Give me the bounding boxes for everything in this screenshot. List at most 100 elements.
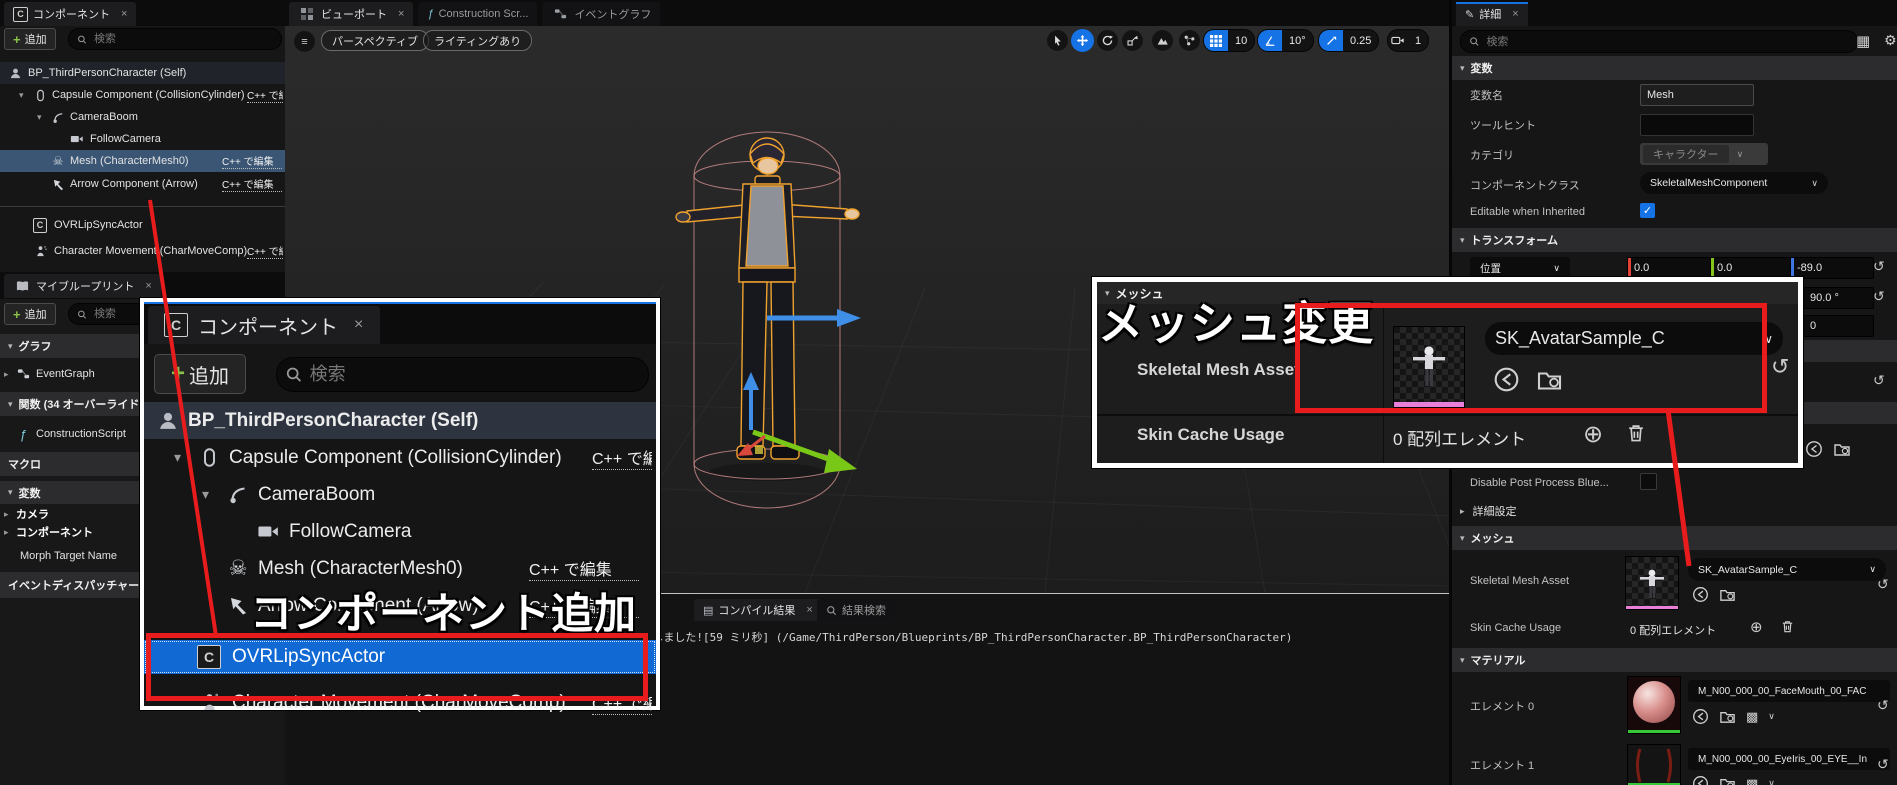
tree-row-self[interactable]: BP_ThirdPersonCharacter (Self) <box>0 62 285 84</box>
reset-icon[interactable]: ↺ <box>1877 756 1889 773</box>
scale-snap-value[interactable]: 0.25 <box>1343 35 1378 47</box>
tab-my-blueprint[interactable]: マイブループリント × <box>4 274 161 298</box>
trash-icon[interactable] <box>1780 619 1795 634</box>
search-input[interactable] <box>1484 34 1849 49</box>
close-icon[interactable]: × <box>145 280 151 292</box>
search-input[interactable] <box>307 363 640 386</box>
cpp-edit-link[interactable]: C++ で編集 <box>592 445 652 470</box>
reset-icon[interactable]: ↺ <box>1873 288 1885 305</box>
editable-checkbox[interactable]: ✓ <box>1640 203 1655 218</box>
add-component-button[interactable]: + 追加 <box>154 354 247 394</box>
material1-thumbnail[interactable] <box>1627 744 1681 785</box>
grid-snap-toggle[interactable]: 10 <box>1203 29 1256 52</box>
components-search[interactable] <box>68 28 282 50</box>
tree-row-followcamera[interactable]: FollowCamera <box>144 513 656 550</box>
search-input[interactable] <box>91 32 273 46</box>
use-selected-asset-icon[interactable] <box>1692 775 1709 785</box>
close-icon[interactable]: × <box>1512 8 1518 20</box>
mesh-header[interactable]: ▾ メッシュ <box>1452 526 1897 550</box>
tree-row-mesh[interactable]: ☠ Mesh (CharacterMesh0) C++ で編集 <box>0 150 285 172</box>
select-tool-button[interactable] <box>1046 29 1069 52</box>
close-icon[interactable]: × <box>806 604 812 616</box>
materials-header[interactable]: ▾ マテリアル <box>1452 648 1897 672</box>
advanced-settings-row[interactable]: ▸ 詳細設定 <box>1460 503 1517 519</box>
tree-row-ovrlipsync[interactable]: C OVRLipSyncActor <box>0 214 285 236</box>
chevron-down-icon[interactable]: ▾ <box>174 449 181 466</box>
browse-asset-icon[interactable] <box>1719 775 1736 785</box>
chevron-right-icon[interactable]: ▸ <box>4 527 9 538</box>
tab-find-results[interactable]: 結果検索 <box>817 599 895 621</box>
location-dropdown[interactable]: 位置 ∨ <box>1470 257 1570 279</box>
skeletal-mesh-thumbnail[interactable] <box>1625 556 1679 610</box>
component-class-dropdown[interactable]: SkeletalMeshComponent ∨ <box>1640 172 1828 194</box>
chevron-down-icon[interactable]: ▾ <box>202 486 209 503</box>
camera-speed-control[interactable]: 1 <box>1387 29 1430 52</box>
skeletal-mesh-asset-dropdown[interactable]: SK_AvatarSample_C ∨ <box>1688 558 1886 581</box>
location-z-field[interactable]: -89.0 <box>1790 257 1874 279</box>
tab-details[interactable]: ✎ 詳細 × <box>1456 2 1528 26</box>
angle-snap-value[interactable]: 10° <box>1282 35 1313 47</box>
scale-z-field[interactable]: 0 <box>1803 315 1874 337</box>
trash-icon[interactable] <box>1625 422 1647 444</box>
surface-snap-button[interactable] <box>1151 29 1174 52</box>
browse-asset-icon[interactable] <box>1719 586 1736 603</box>
tab-eventgraph[interactable]: イベントグラフ <box>542 2 661 26</box>
add-component-button[interactable]: + 追加 <box>4 28 56 50</box>
tab-construction-script[interactable]: ƒ Construction Scr... <box>418 2 538 26</box>
tree-row-charmove[interactable]: Character Movement (CharMoveComp) C++ で編… <box>0 240 285 262</box>
cpp-edit-link[interactable]: C++ で編集 <box>222 153 282 169</box>
lighting-mode-button[interactable]: ライティングあり <box>423 30 533 51</box>
perspective-button[interactable]: パースペクティブ <box>321 30 430 51</box>
add-element-icon[interactable]: ⊕ <box>1750 618 1763 636</box>
chevron-down-icon[interactable]: ∨ <box>1768 711 1775 722</box>
chevron-right-icon[interactable]: ▸ <box>4 369 9 380</box>
tree-row-cameraboom[interactable]: ▾ CameraBoom <box>0 106 285 128</box>
reset-icon[interactable]: ↺ <box>1873 258 1885 275</box>
chevron-down-icon[interactable]: ▾ <box>37 112 42 123</box>
angle-snap-toggle[interactable]: 10° <box>1257 29 1314 52</box>
browse-asset-icon[interactable] <box>1719 708 1736 725</box>
variable-name-input[interactable]: Mesh <box>1640 84 1754 106</box>
reset-icon[interactable]: ↺ <box>1873 372 1885 389</box>
add-element-icon[interactable]: ⊕ <box>1583 420 1603 449</box>
disable-post-process-checkbox[interactable] <box>1640 473 1657 490</box>
rotation-z-field[interactable]: 90.0 ° <box>1803 287 1874 309</box>
add-blueprint-button[interactable]: + 追加 <box>4 303 56 325</box>
close-icon[interactable]: × <box>354 316 363 334</box>
components-search[interactable] <box>276 357 649 392</box>
chevron-down-icon[interactable]: ▾ <box>19 90 24 101</box>
tree-row-cameraboom[interactable]: ▾ CameraBoom <box>144 476 656 513</box>
cpp-edit-link[interactable]: C++ で編集 <box>222 176 282 192</box>
close-icon[interactable]: × <box>121 8 127 20</box>
move-tool-button[interactable] <box>1071 29 1094 52</box>
checker-icon[interactable]: ▩ <box>1746 776 1758 785</box>
chevron-right-icon[interactable]: ▸ <box>4 509 9 520</box>
reset-icon[interactable]: ↺ <box>1877 697 1889 714</box>
variables-header[interactable]: ▾ 変数 <box>1452 56 1897 80</box>
tab-components[interactable]: C コンポーネント × <box>4 2 137 26</box>
grid-snap-value[interactable]: 10 <box>1228 35 1254 47</box>
tooltip-input[interactable] <box>1640 114 1754 136</box>
scale-snap-toggle[interactable]: 0.25 <box>1318 29 1380 52</box>
viewport-options-button[interactable]: ≡ <box>293 30 316 53</box>
scale-tool-button[interactable] <box>1121 29 1144 52</box>
tab-viewport[interactable]: ビューポート × <box>289 2 414 26</box>
use-selected-asset-icon[interactable] <box>1692 708 1709 725</box>
tree-row-arrow[interactable]: Arrow Component (Arrow) C++ で編集 <box>0 173 285 195</box>
use-selected-asset-icon[interactable] <box>1692 586 1709 603</box>
details-search[interactable] <box>1460 30 1858 53</box>
tree-row-followcamera[interactable]: FollowCamera <box>0 128 285 150</box>
category-dropdown[interactable]: キャラクター ∨ <box>1640 143 1768 165</box>
tab-components[interactable]: C コンポーネント × <box>148 306 380 344</box>
rotate-tool-button[interactable] <box>1096 29 1119 52</box>
transform-header[interactable]: ▾ トランスフォーム <box>1452 228 1897 252</box>
location-x-field[interactable]: 0.0 <box>1627 257 1713 279</box>
checker-icon[interactable]: ▩ <box>1746 709 1758 725</box>
tree-row-self[interactable]: BP_ThirdPersonCharacter (Self) <box>144 402 656 439</box>
reset-icon[interactable]: ↺ <box>1771 354 1789 380</box>
display-filter-icon[interactable]: ▦ <box>1856 32 1870 50</box>
close-icon[interactable]: × <box>398 8 404 20</box>
cpp-edit-link[interactable]: C++ で編集 <box>247 243 283 259</box>
location-y-field[interactable]: 0.0 <box>1710 257 1794 279</box>
tab-compile-results[interactable]: ▤ コンパイル結果 × <box>694 599 822 621</box>
